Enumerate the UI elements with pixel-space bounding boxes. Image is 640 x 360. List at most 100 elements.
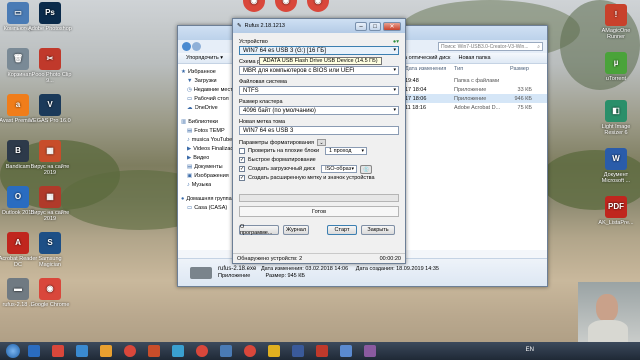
taskbar-app-icon[interactable] [364,345,376,357]
nav-icon: ▣ [187,172,193,179]
app-icon: a [7,94,29,116]
column-size[interactable]: Размер [510,66,529,72]
taskbar-app-icon[interactable] [76,345,88,357]
desktop-icon[interactable]: ✂ nPooo Photo Clip 9... [28,48,72,84]
taskbar-app-icon[interactable] [292,345,304,357]
nav-item[interactable]: ◷ Недавние места [178,85,235,94]
nav-label: Домашняя группа [186,195,232,202]
file-size: Размер: 945 КБ [265,272,306,279]
desktop-icon[interactable]: V VEGAS Pro 16.0 [28,94,72,124]
maximize-button[interactable]: □ [369,21,381,31]
boot-type-select[interactable]: ISO-образ ▾ [321,165,358,173]
nav-item[interactable]: ▤ Документы [178,162,235,171]
nav-item[interactable]: ▤ Fotos TEMP [178,126,235,135]
column-type[interactable]: Тип [454,66,510,72]
file-date-cell: 19:48 [405,77,419,84]
language-indicator[interactable]: EN [526,347,534,353]
cluster-size-select[interactable]: 4096 байт (по умолчанию) ▾ [239,106,399,115]
taskbar-app-icon[interactable] [100,345,112,357]
nav-item[interactable]: ▶ Videos Finalizad [178,144,235,153]
scheme-value: MBR для компьютеров с BIOS или UEFI [243,67,355,74]
quick-format-checkbox[interactable]: ✓ [239,157,245,163]
desktop-icon[interactable]: ! AMagicOne Runner [594,4,638,40]
quick-format-option[interactable]: ✓ Быстрое форматирование [239,156,399,164]
passes-select[interactable]: 1 проход ▾ [325,147,368,155]
taskbar-app-icon[interactable] [340,345,352,357]
desktop-icon[interactable]: PDF AK_ListaPre... [594,196,638,226]
rufus-titlebar[interactable]: ✎ Rufus 2.18.1213 – □ ✕ [233,19,405,33]
desktop-icon[interactable]: µ uTorrent [594,52,638,82]
taskbar-app-icon[interactable] [148,345,160,357]
taskbar-app-icon[interactable] [220,345,232,357]
nav-item[interactable]: ♪ Музыка [178,180,235,189]
cluster-label: Размер кластера [239,99,283,105]
desktop-icon[interactable]: ◧ Light Image Resizer 6 [594,100,638,136]
globe-icon[interactable]: ●▾ [393,39,399,45]
taskbar-app-icon[interactable] [268,345,280,357]
file-row[interactable]: 17 18:04 Приложение 33 КБ [405,85,547,94]
start-orb[interactable] [6,344,20,358]
nav-item[interactable]: ▶ Видео [178,153,235,162]
nav-label: OneDrive [194,104,218,111]
nav-item[interactable]: ♪ musica YouTube [178,135,235,144]
back-button[interactable] [182,42,191,51]
organize-menu[interactable]: Упорядочить ▾ [186,55,223,61]
desktop-icon[interactable]: Ps Adobe Photoshop [28,2,72,32]
extended-label-checkbox[interactable]: ✓ [239,175,245,181]
volume-label-input[interactable]: WIN7 64 es USB 3 [239,126,399,135]
device-select[interactable]: WIN7 64 es USB 3 (G:) [16 ГБ] ▾ [239,46,399,55]
close-button[interactable]: Закрыть [361,225,395,235]
expand-options-button[interactable]: ⌄ [316,139,326,146]
desktop-icon-label: AK_ListaPre... [598,220,634,226]
check-bad-blocks-checkbox[interactable] [239,148,245,154]
about-button[interactable]: О программе... [239,224,279,236]
partition-scheme-select[interactable]: MBR для компьютеров с BIOS или UEFI ▾ [239,66,399,75]
taskbar-app-icon[interactable] [196,345,208,357]
filesystem-select[interactable]: NTFS ▾ [239,86,399,95]
check-bad-blocks-option[interactable]: Проверить на плохие блоки 1 проход ▾ [239,147,399,155]
nav-icon: ♪ [187,136,190,143]
nav-item[interactable]: ▣ Изображения [178,171,235,180]
desktop-icon[interactable]: ◉ Google Chrome [28,278,72,308]
taskbar-app-icon[interactable] [172,345,184,357]
file-row[interactable]: 11 18:16 Adobe Acrobat D... 75 КБ [405,103,547,112]
bootable-option[interactable]: ✓ Создать загрузочный диск ISO-образ ▾ 💿 [239,164,399,174]
forward-button[interactable] [192,42,201,51]
taskbar-app-icon[interactable] [124,345,136,357]
nav-item[interactable]: ● Домашняя группа [178,194,235,203]
nav-item[interactable]: ▼ Загрузки [178,76,235,85]
minimize-button[interactable]: – [355,21,367,31]
file-size-cell: 75 КБ [517,104,532,111]
column-date[interactable]: Дата изменения [405,66,454,72]
log-button[interactable]: Журнал [283,225,309,235]
start-button[interactable]: Старт [327,225,357,235]
nav-item[interactable]: ▭ Casa (CASA) [178,203,235,212]
taskbar-app-icon[interactable] [316,345,328,357]
nav-item[interactable]: ☁ OneDrive [178,103,235,112]
file-row[interactable]: 17 18:06 Приложение 946 КБ [405,94,547,103]
search-input[interactable]: Поиск: Win7-USB3.0-Creator-V3-Win... ⌕ [438,42,543,51]
desktop-icon[interactable]: W Документ Microsoft ... [594,148,638,184]
extended-label-option[interactable]: ✓ Создать расширенную метку и значок уст… [239,174,399,182]
close-window-button[interactable]: ✕ [383,21,401,31]
app-icon: S [39,232,61,254]
nav-icon: ★ [181,68,186,75]
nav-item[interactable]: ▥ Библиотеки [178,117,235,126]
person-face [596,294,618,322]
webcam-overlay [578,282,640,342]
desktop-icon[interactable]: ▦ Вирус на сайте 2019 [28,140,72,176]
desktop-icon[interactable]: ▦ Вирус на сайте 2019 [28,186,72,222]
bootable-checkbox[interactable]: ✓ [239,166,245,172]
new-folder-button[interactable]: Новая папка [458,55,490,61]
file-row[interactable]: 19:48 Папка с файлами [405,76,547,85]
disk-image-button[interactable]: 💿 [360,164,373,174]
search-placeholder: Поиск: Win7-USB3.0-Creator-V3-Win... [441,43,529,50]
nav-item[interactable]: ▭ Рабочий стол [178,94,235,103]
taskbar-app-icon[interactable] [244,345,256,357]
taskbar-app-icon[interactable] [28,345,40,357]
nav-item[interactable]: ★ Избранное [178,67,235,76]
desktop-icon[interactable]: ◉ [296,0,340,14]
boot-type-value: ISO-образ [325,166,352,172]
taskbar-app-icon[interactable] [52,345,64,357]
desktop-icon[interactable]: S Samsung Magician [28,232,72,268]
